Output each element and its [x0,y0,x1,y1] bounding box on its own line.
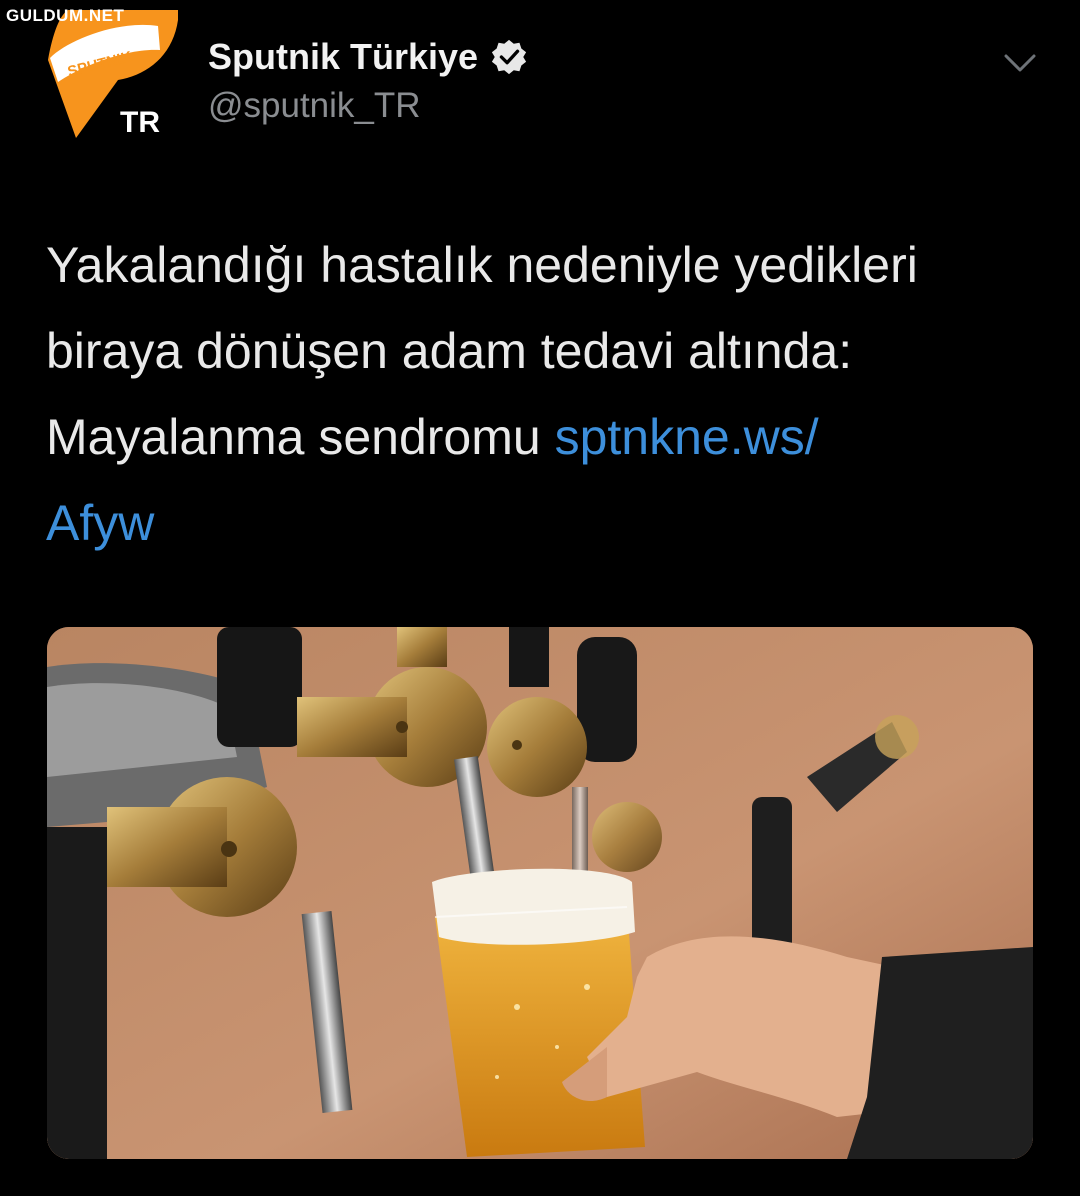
tweet-link[interactable]: sptnkne.ws/ [555,409,819,465]
watermark: GULDUM.NET [6,6,125,25]
verified-badge-icon [491,39,527,75]
beer-tap-photo [47,627,1033,1159]
tweet-media-image[interactable] [47,627,1033,1159]
sputnik-logo: SPUTNIK TR [48,10,178,139]
display-name[interactable]: Sputnik Türkiye [208,36,478,78]
avatar[interactable]: SPUTNIK TR [48,10,178,145]
avatar-region-text: TR [120,106,160,139]
author-name-row[interactable]: Sputnik Türkiye [208,36,528,78]
tweet-link-continued[interactable]: Afyw [46,495,154,551]
tweet-text-line: Afyw [46,480,1046,566]
author-handle[interactable]: @sputnik_TR [208,86,421,126]
tweet-text-line: biraya dönüşen adam tedavi altında: [46,323,853,379]
tweet-text-line: Mayalanma sendromu sptnkne.ws/ [46,394,1046,480]
tweet-text: Yakalandığı hastalık nedeniyle yedikleri… [46,222,1046,566]
chevron-down-icon[interactable] [1000,46,1040,80]
tweet-text-line: Yakalandığı hastalık nedeniyle yedikleri [46,237,918,293]
tweet-text-segment: Mayalanma sendromu [46,409,555,465]
